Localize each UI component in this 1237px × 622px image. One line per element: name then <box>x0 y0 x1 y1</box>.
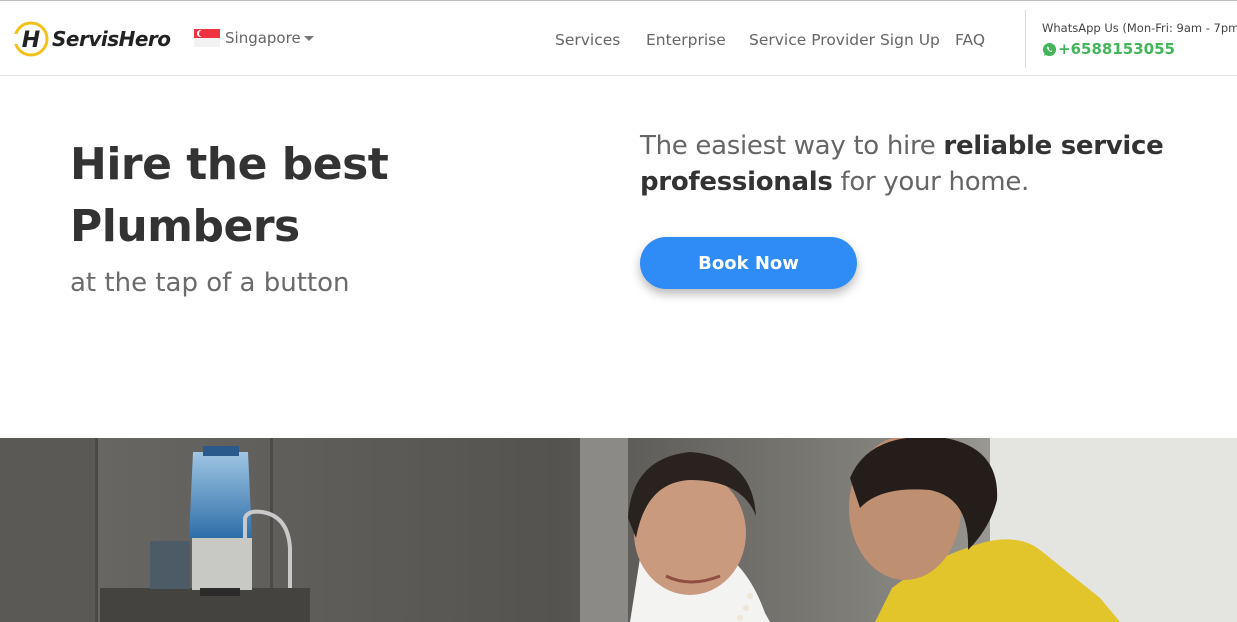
country-label: Singapore <box>225 29 301 47</box>
plumber-photo <box>0 438 1237 622</box>
tagline-part-1: The easiest way to hire <box>640 131 944 161</box>
whatsapp-phone: +6588153055 <box>1058 40 1175 58</box>
nav-service-provider-sign-up[interactable]: Service Provider Sign Up <box>749 31 940 49</box>
whatsapp-icon <box>1042 42 1057 56</box>
hero-subtitle: at the tap of a button <box>70 268 350 298</box>
country-selector[interactable]: Singapore <box>194 29 314 47</box>
whatsapp-phone-link[interactable]: +6588153055 <box>1042 40 1175 58</box>
top-navigation-bar: H ServisHero Singapore Services Enterpri… <box>0 0 1237 76</box>
book-now-button[interactable]: Book Now <box>640 237 857 289</box>
hero-title-line-1: Hire the best <box>70 139 389 190</box>
nav-divider <box>1025 10 1026 68</box>
servishero-logo[interactable]: H ServisHero <box>13 21 171 57</box>
whatsapp-label: WhatsApp Us (Mon-Fri: 9am - 7pm) <box>1042 21 1237 35</box>
hero-tagline: The easiest way to hire reliable service… <box>640 128 1200 200</box>
nav-enterprise[interactable]: Enterprise <box>646 31 726 49</box>
brand-name: ServisHero <box>52 27 171 51</box>
servishero-logo-icon: H <box>13 21 49 57</box>
banner-photo-illustration <box>0 438 1237 622</box>
hero-title: Hire the best Plumbers <box>70 134 389 258</box>
caret-down-icon <box>303 36 314 41</box>
nav-services[interactable]: Services <box>555 31 620 49</box>
svg-text:H: H <box>22 28 40 53</box>
singapore-flag-icon <box>194 29 220 47</box>
nav-faq[interactable]: FAQ <box>955 31 985 49</box>
tagline-part-2: for your home. <box>832 167 1029 197</box>
hero-title-line-2: Plumbers <box>70 201 300 252</box>
